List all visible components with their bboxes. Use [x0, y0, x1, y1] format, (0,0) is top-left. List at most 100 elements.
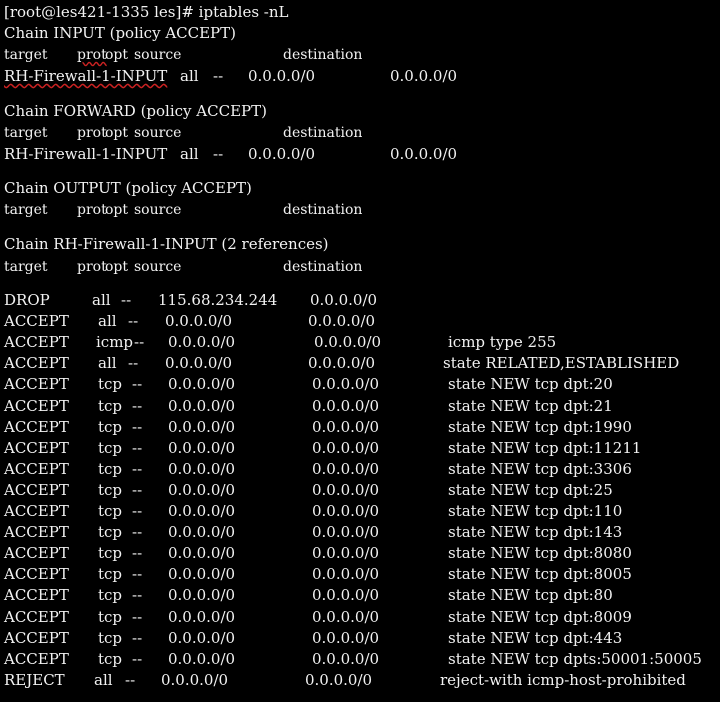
terminal-window[interactable]: [root@les421-1335 les]# iptables -nL Chai…	[0, 0, 720, 702]
chain-title: Chain RH-Firewall-1-INPUT (2 references)	[4, 235, 329, 253]
rule-extra: state NEW tcp dpt:80	[448, 586, 613, 604]
rule-extra: state NEW tcp dpt:8005	[448, 565, 632, 583]
rule-source: 0.0.0.0/0	[161, 671, 229, 689]
chain-title: Chain INPUT (policy ACCEPT)	[4, 24, 237, 42]
rule-opt: --	[128, 312, 139, 330]
rule-prot: all	[180, 145, 199, 163]
rule-prot: tcp	[98, 397, 123, 415]
rule-source: 0.0.0.0/0	[168, 565, 236, 583]
chain-header-line: target prot opt source destination	[0, 256, 720, 278]
rule-prot: tcp	[98, 439, 123, 457]
rule-destination: 0.0.0.0/0	[312, 481, 380, 499]
column-header-target: target	[4, 259, 48, 275]
rule-source: 0.0.0.0/0	[168, 397, 236, 415]
rule-source: 0.0.0.0/0	[168, 460, 236, 478]
rule-row: ACCEPT tcp -- 0.0.0.0/0 0.0.0.0/0 state NEW t…	[0, 606, 720, 628]
rule-opt: --	[132, 481, 143, 499]
rule-row: ACCEPT tcp -- 0.0.0.0/0 0.0.0.0/0 state NEW t…	[0, 458, 720, 480]
rule-target: RH-Firewall-1-INPUT	[4, 145, 168, 163]
rule-row: ACCEPT tcp -- 0.0.0.0/0 0.0.0.0/0 state NEW t…	[0, 437, 720, 459]
rule-target: REJECT	[4, 671, 65, 689]
column-header-destination: destination	[283, 125, 363, 141]
rule-destination: 0.0.0.0/0	[390, 145, 458, 163]
rule-prot: all	[98, 312, 117, 330]
rule-extra: state RELATED,ESTABLISHED	[443, 354, 680, 372]
rule-source: 0.0.0.0/0	[168, 481, 236, 499]
rule-opt: --	[132, 586, 143, 604]
rule-destination: 0.0.0.0/0	[305, 671, 373, 689]
rule-opt: --	[128, 354, 139, 372]
rule-target: ACCEPT	[4, 650, 69, 668]
rule-target: ACCEPT	[4, 439, 69, 457]
rule-target: ACCEPT	[4, 523, 69, 541]
rule-extra: state NEW tcp dpt:3306	[448, 460, 632, 478]
chain-title-line: Chain RH-Firewall-1-INPUT (2 references)	[0, 233, 720, 255]
column-header-destination: destination	[283, 202, 363, 218]
rule-extra: state NEW tcp dpt:443	[448, 629, 623, 647]
rule-source: 0.0.0.0/0	[168, 375, 236, 393]
rule-prot: tcp	[98, 481, 123, 499]
rule-row: ACCEPT tcp -- 0.0.0.0/0 0.0.0.0/0 state NEW t…	[0, 416, 720, 438]
rule-extra: icmp type 255	[448, 333, 557, 351]
rule-extra: state NEW tcp dpts:50001:50005	[448, 650, 702, 668]
rule-extra: state NEW tcp dpt:143	[448, 523, 623, 541]
rule-target: ACCEPT	[4, 565, 69, 583]
rule-row: ACCEPT tcp -- 0.0.0.0/0 0.0.0.0/0 state NEW t…	[0, 627, 720, 649]
rule-target: RH-Firewall-1-INPUT	[4, 67, 168, 85]
rule-opt: --	[132, 608, 143, 626]
chain-title-line: Chain FORWARD (policy ACCEPT)	[0, 100, 720, 122]
column-header-opt: opt	[105, 259, 129, 275]
rule-row: DROP all -- 115.68.234.244 0.0.0.0/0	[0, 289, 720, 311]
rule-extra: state NEW tcp dpt:11211	[448, 439, 642, 457]
rule-row: ACCEPT tcp -- 0.0.0.0/0 0.0.0.0/0 state NEW t…	[0, 563, 720, 585]
rule-opt: --	[132, 418, 143, 436]
rule-target: ACCEPT	[4, 375, 69, 393]
column-header-source: source	[134, 47, 182, 63]
rule-target: ACCEPT	[4, 354, 69, 372]
rule-prot: tcp	[98, 629, 123, 647]
column-header-prot: prot	[77, 202, 107, 218]
rule-source: 0.0.0.0/0	[168, 439, 236, 457]
rule-prot: all	[94, 671, 113, 689]
chain-header-line: target prot opt source destination	[0, 122, 720, 144]
rule-row: ACCEPT icmp -- 0.0.0.0/0 0.0.0.0/0 icmp type …	[0, 331, 720, 353]
column-header-prot: prot	[77, 47, 107, 63]
rule-source: 0.0.0.0/0	[168, 608, 236, 626]
rule-opt: --	[125, 671, 136, 689]
rule-destination: 0.0.0.0/0	[390, 67, 458, 85]
rule-source: 0.0.0.0/0	[165, 312, 233, 330]
rule-source: 115.68.234.244	[158, 291, 278, 309]
rule-destination: 0.0.0.0/0	[308, 312, 376, 330]
rule-source: 0.0.0.0/0	[168, 418, 236, 436]
rule-target: ACCEPT	[4, 481, 69, 499]
rule-prot: tcp	[98, 375, 123, 393]
rule-target: ACCEPT	[4, 312, 69, 330]
rule-destination: 0.0.0.0/0	[312, 523, 380, 541]
rule-row: ACCEPT tcp -- 0.0.0.0/0 0.0.0.0/0 state NEW t…	[0, 479, 720, 501]
rule-destination: 0.0.0.0/0	[312, 397, 380, 415]
rule-prot: tcp	[98, 460, 123, 478]
chain-title-line: Chain OUTPUT (policy ACCEPT)	[0, 177, 720, 199]
rule-destination: 0.0.0.0/0	[312, 460, 380, 478]
rule-source: 0.0.0.0/0	[168, 650, 236, 668]
rule-opt: --	[132, 375, 143, 393]
rule-opt: --	[132, 502, 143, 520]
rule-row: ACCEPT tcp -- 0.0.0.0/0 0.0.0.0/0 state NEW t…	[0, 648, 720, 670]
column-header-opt: opt	[105, 47, 129, 63]
rule-source: 0.0.0.0/0	[168, 523, 236, 541]
rule-destination: 0.0.0.0/0	[308, 354, 376, 372]
rule-row: ACCEPT tcp -- 0.0.0.0/0 0.0.0.0/0 state NEW t…	[0, 584, 720, 606]
rule-opt: --	[132, 439, 143, 457]
rule-extra: state NEW tcp dpt:20	[448, 375, 613, 393]
rule-opt: --	[213, 145, 224, 163]
rule-target: ACCEPT	[4, 418, 69, 436]
rule-destination: 0.0.0.0/0	[312, 502, 380, 520]
rule-prot: icmp	[96, 333, 134, 351]
rule-extra: state NEW tcp dpt:21	[448, 397, 613, 415]
rule-source: 0.0.0.0/0	[168, 544, 236, 562]
rule-prot: all	[98, 354, 117, 372]
rule-row: ACCEPT all -- 0.0.0.0/0 0.0.0.0/0	[0, 310, 720, 332]
rule-opt: --	[132, 629, 143, 647]
rule-row: ACCEPT tcp -- 0.0.0.0/0 0.0.0.0/0 state NEW t…	[0, 500, 720, 522]
rule-target: DROP	[4, 291, 50, 309]
